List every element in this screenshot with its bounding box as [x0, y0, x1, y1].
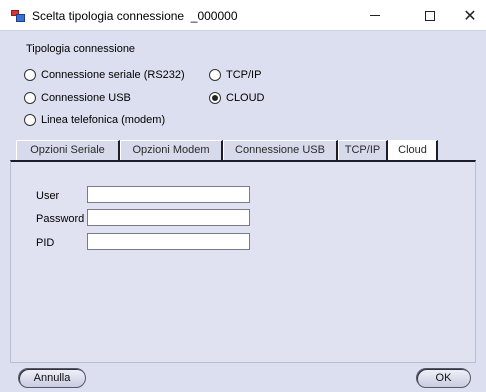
- tab-strip: Opzioni Seriale Opzioni Modem Connession…: [16, 140, 438, 162]
- user-label: User: [36, 190, 60, 202]
- tab-label: Opzioni Modem: [132, 144, 210, 156]
- user-input[interactable]: [87, 186, 250, 203]
- radio-circle: [24, 114, 36, 126]
- minimize-icon: [370, 15, 380, 16]
- password-input[interactable]: [87, 209, 250, 226]
- tab-connessione-usb[interactable]: Connessione USB: [223, 140, 338, 160]
- connection-type-title: Tipologia connessione: [26, 43, 136, 55]
- tab-label: TCP/IP: [344, 144, 381, 156]
- maximize-button[interactable]: [408, 0, 452, 31]
- radio-circle: [209, 69, 221, 81]
- radio-cloud[interactable]: CLOUD: [209, 92, 265, 104]
- radio-usb[interactable]: Connessione USB: [24, 92, 131, 104]
- cancel-button[interactable]: Annulla: [18, 368, 86, 388]
- ok-button[interactable]: OK: [416, 368, 471, 388]
- radio-circle: [24, 92, 36, 104]
- radio-serial[interactable]: Connessione seriale (RS232): [24, 69, 185, 81]
- password-label: Password: [36, 213, 85, 225]
- radio-modem[interactable]: Linea telefonica (modem): [24, 114, 165, 126]
- tab-label: Cloud: [398, 144, 427, 156]
- radio-circle: [24, 69, 36, 81]
- pid-input[interactable]: [87, 233, 250, 250]
- radio-cloud-label: CLOUD: [226, 92, 265, 104]
- close-button[interactable]: ✕: [448, 0, 486, 31]
- tab-tcpip[interactable]: TCP/IP: [338, 140, 388, 160]
- radio-tcpip[interactable]: TCP/IP: [209, 69, 261, 81]
- tab-label: Opzioni Seriale: [30, 144, 105, 156]
- tab-opzioni-seriale[interactable]: Opzioni Seriale: [16, 140, 120, 160]
- cancel-button-label: Annulla: [33, 372, 71, 384]
- minimize-button[interactable]: [353, 0, 397, 31]
- tab-opzioni-modem[interactable]: Opzioni Modem: [120, 140, 223, 160]
- ok-button-label: OK: [435, 372, 452, 384]
- app-window-icon: [11, 10, 25, 22]
- window-title: Scelta tipologia connessione _000000: [32, 9, 238, 23]
- close-icon: ✕: [463, 7, 477, 25]
- maximize-icon: [425, 10, 435, 21]
- radio-usb-label: Connessione USB: [41, 92, 131, 104]
- window-titlebar: Scelta tipologia connessione _000000 ✕: [0, 0, 486, 31]
- tab-cloud[interactable]: Cloud: [388, 140, 438, 162]
- tab-label: Connessione USB: [235, 144, 325, 156]
- pid-label: PID: [36, 237, 55, 249]
- radio-modem-label: Linea telefonica (modem): [41, 114, 166, 126]
- radio-circle-selected: [209, 92, 221, 104]
- radio-serial-label: Connessione seriale (RS232): [41, 69, 185, 81]
- radio-tcpip-label: TCP/IP: [226, 69, 262, 81]
